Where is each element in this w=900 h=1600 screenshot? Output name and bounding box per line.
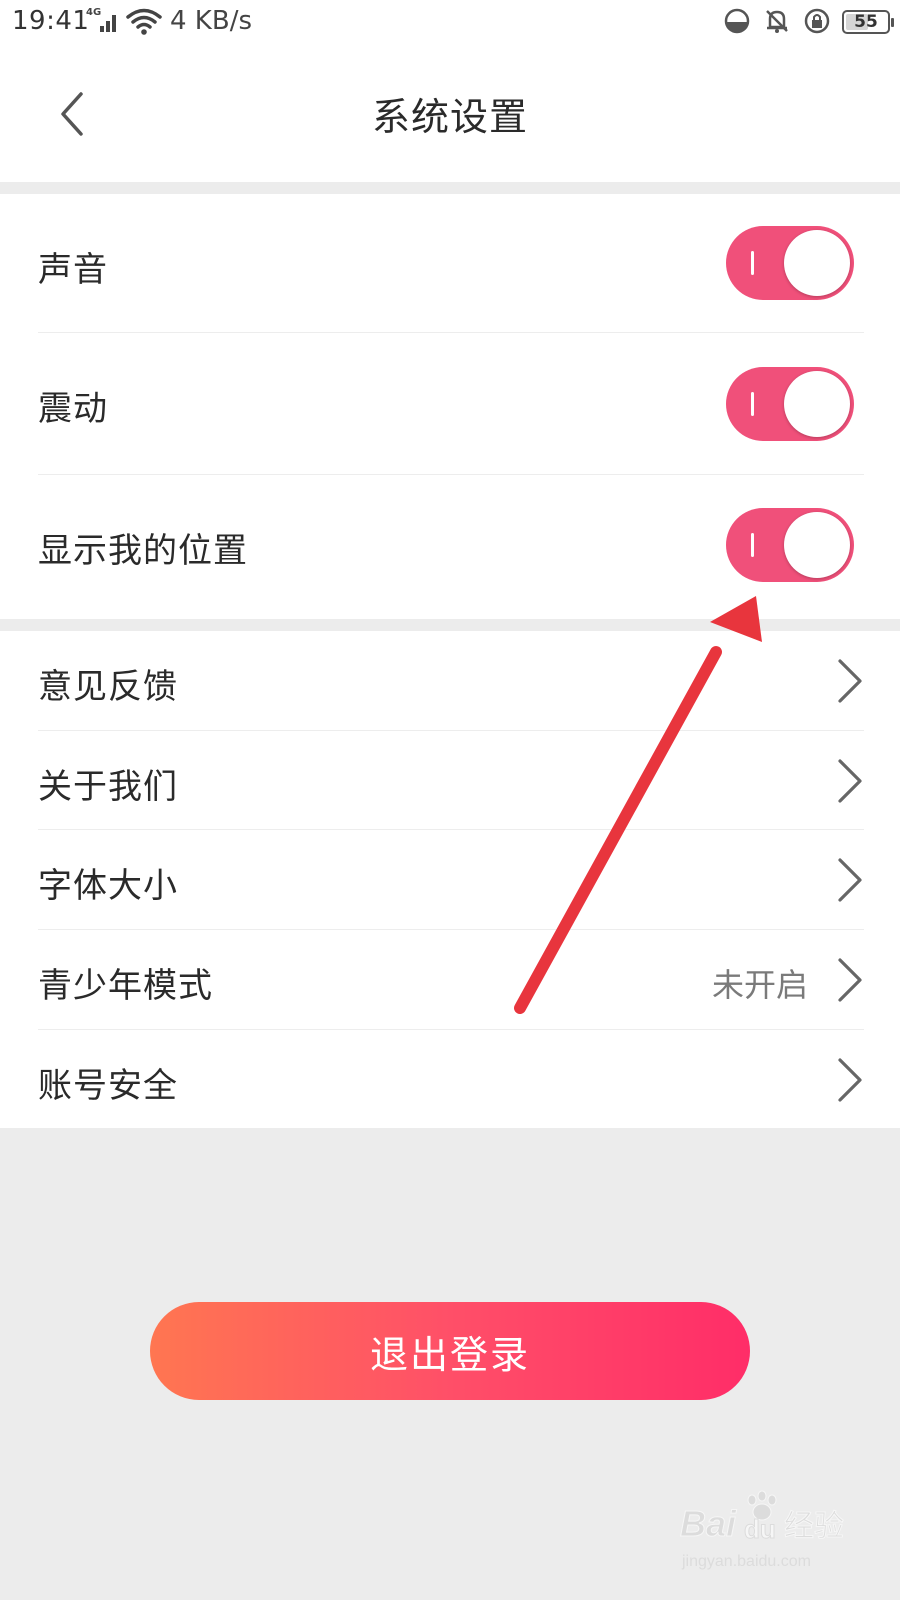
rotation-lock-icon (804, 8, 830, 34)
chevron-right-icon (838, 759, 862, 803)
wifi-icon (126, 8, 162, 36)
setting-label: 关于我们 (38, 767, 178, 807)
svg-text:Bai: Bai (680, 1503, 737, 1544)
setting-row-teen-mode[interactable]: 青少年模式 未开启 (0, 930, 900, 1029)
setting-row-font-size[interactable]: 字体大小 (0, 830, 900, 929)
cellular-signal-icon: 4G (86, 7, 120, 34)
battery-level: 55 (854, 11, 878, 32)
show-location-toggle[interactable] (726, 508, 854, 582)
toggle-on-mark (751, 533, 754, 557)
setting-row-account-security[interactable]: 账号安全 (0, 1030, 900, 1128)
teen-mode-status: 未开启 (711, 966, 808, 1004)
toggle-knob (784, 512, 850, 578)
setting-label: 青少年模式 (38, 966, 213, 1006)
network-type-label: 4G (86, 7, 102, 18)
svg-text:经验: 经验 (784, 1509, 844, 1544)
baidu-jingyan-watermark: Bai du 经验 jingyan.baidu.com (680, 1488, 870, 1578)
setting-row-about[interactable]: 关于我们 (0, 731, 900, 829)
setting-label: 账号安全 (38, 1066, 178, 1106)
nav-bar: 系统设置 (0, 46, 900, 182)
toggle-knob (784, 230, 850, 296)
network-speed: 4 KB/s (170, 6, 252, 36)
sound-toggle[interactable] (726, 226, 854, 300)
svg-text:jingyan.baidu.com: jingyan.baidu.com (681, 1553, 811, 1570)
svg-text:du: du (744, 1514, 776, 1544)
setting-label: 显示我的位置 (38, 531, 248, 571)
setting-label: 声音 (38, 250, 108, 290)
battery-icon: 55 (842, 9, 894, 34)
setting-row-sound[interactable]: 声音 (0, 194, 900, 332)
status-time: 19:41 (12, 6, 90, 36)
setting-row-show-location[interactable]: 显示我的位置 (0, 475, 900, 619)
page-title: 系统设置 (371, 95, 528, 139)
chevron-right-icon (838, 659, 862, 703)
data-saver-icon (724, 8, 750, 34)
status-bar: 19:41 4G 4 KB/s 55 (0, 0, 900, 46)
toggle-on-mark (751, 392, 754, 416)
logout-button[interactable]: 退出登录 (150, 1302, 750, 1400)
setting-label: 字体大小 (38, 866, 178, 906)
chevron-right-icon (838, 858, 862, 902)
setting-label: 意见反馈 (38, 667, 178, 707)
link-settings-group: 意见反馈 关于我们 字体大小 青少年模式 未开启 账号安全 (0, 631, 900, 1128)
chevron-right-icon (838, 958, 862, 1002)
toggle-settings-group: 声音 震动 显示我的位置 (0, 194, 900, 619)
setting-row-vibration[interactable]: 震动 (0, 333, 900, 474)
status-icons: 55 (722, 6, 894, 36)
toggle-knob (784, 371, 850, 437)
toggle-on-mark (751, 251, 754, 275)
setting-row-feedback[interactable]: 意见反馈 (0, 631, 900, 730)
setting-label: 震动 (38, 389, 108, 429)
bell-mute-icon (766, 10, 788, 33)
chevron-right-icon (838, 1058, 862, 1102)
vibration-toggle[interactable] (726, 367, 854, 441)
